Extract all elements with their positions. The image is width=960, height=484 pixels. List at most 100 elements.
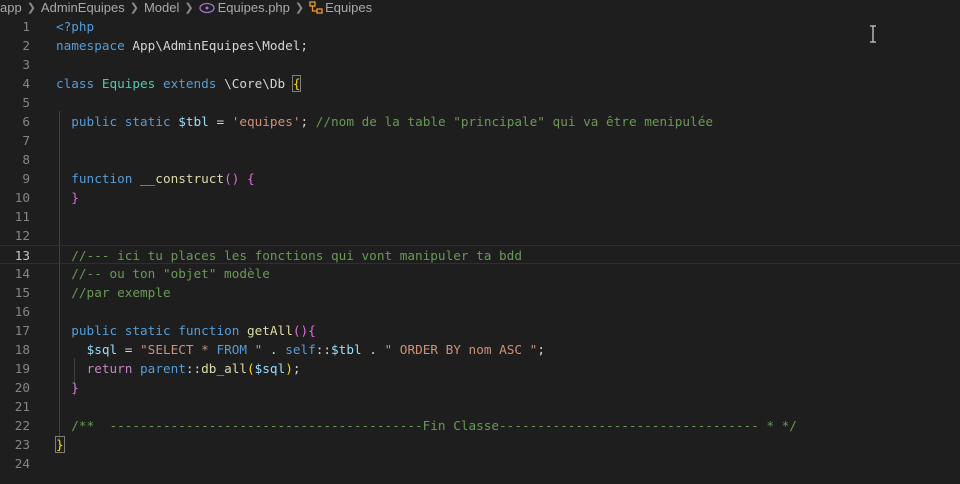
line-number: 16 bbox=[14, 304, 30, 319]
breadcrumb-item-app[interactable]: app bbox=[0, 1, 22, 15]
breadcrumb-item-class[interactable]: Equipes bbox=[325, 1, 372, 15]
code-token: __construct bbox=[140, 171, 225, 186]
code-editor[interactable]: 1 <?php 2 namespace App\AdminEquipes\Model;… bbox=[0, 16, 960, 484]
code-line[interactable]: 21 bbox=[0, 397, 960, 416]
code-token: <?php bbox=[56, 19, 95, 34]
breadcrumb: app ❯ AdminEquipes ❯ Model ❯ Equipes.php… bbox=[0, 0, 960, 16]
code-text: //--- ici tu places les fonctions qui vo… bbox=[56, 246, 522, 265]
code-token: namespace bbox=[56, 38, 125, 53]
code-token: } bbox=[71, 190, 79, 205]
code-token: } bbox=[71, 380, 79, 395]
code-line[interactable]: 14 //-- ou ton "objet" modèle bbox=[0, 264, 960, 283]
code-token: . bbox=[262, 342, 286, 357]
line-number: 13 bbox=[14, 248, 30, 263]
line-number: 23 bbox=[14, 437, 30, 452]
code-token: $sql bbox=[86, 342, 118, 357]
code-token: App\AdminEquipes\Model; bbox=[124, 38, 309, 53]
code-text: function __construct() { bbox=[56, 169, 255, 188]
code-token: "SELECT * bbox=[140, 342, 217, 357]
code-line[interactable]: 6 public static $tbl = 'equipes'; //nom … bbox=[0, 112, 960, 131]
line-number: 2 bbox=[22, 38, 30, 53]
breadcrumb-item-adminequipes[interactable]: AdminEquipes bbox=[41, 1, 125, 15]
line-number: 18 bbox=[14, 342, 30, 357]
code-token: extends bbox=[162, 76, 217, 91]
code-token: = bbox=[117, 342, 141, 357]
code-text: <?php bbox=[56, 17, 94, 36]
code-line[interactable]: 22 /** ---------------------------------… bbox=[0, 416, 960, 435]
code-line[interactable]: 17 public static function getAll(){ bbox=[0, 321, 960, 340]
line-number: 15 bbox=[14, 285, 30, 300]
code-line[interactable]: 19 return parent::db_all($sql); bbox=[0, 359, 960, 378]
code-line[interactable]: 15 //par exemple bbox=[0, 283, 960, 302]
line-number: 12 bbox=[14, 228, 30, 243]
code-token: //-- ou ton "objet" modèle bbox=[71, 266, 270, 281]
line-number: 3 bbox=[22, 57, 30, 72]
line-number: 11 bbox=[14, 209, 30, 224]
code-line[interactable]: 4 class Equipes extends \Core\Db { bbox=[0, 74, 960, 93]
code-line[interactable]: 7 bbox=[0, 131, 960, 150]
line-number: 4 bbox=[22, 76, 30, 91]
code-token: //--- ici tu places les fonctions qui vo… bbox=[71, 248, 522, 263]
code-line[interactable]: 23} bbox=[0, 435, 960, 454]
line-number: 5 bbox=[22, 95, 30, 110]
code-line[interactable]: 9 function __construct() { bbox=[0, 169, 960, 188]
code-text: $sql = "SELECT * FROM " . self::$tbl . "… bbox=[56, 340, 545, 359]
code-text: } bbox=[55, 435, 65, 454]
code-line[interactable]: 10 } bbox=[0, 188, 960, 207]
breadcrumb-item-model[interactable]: Model bbox=[144, 1, 179, 15]
class-symbol-icon bbox=[309, 1, 323, 15]
code-token: :: bbox=[185, 361, 202, 376]
line-number: 8 bbox=[22, 152, 30, 167]
code-text: class Equipes extends \Core\Db { bbox=[56, 74, 302, 93]
chevron-right-icon: ❯ bbox=[129, 2, 139, 14]
code-token: public bbox=[71, 323, 118, 338]
line-number: 9 bbox=[22, 171, 30, 186]
line-number: 6 bbox=[22, 114, 30, 129]
code-token: public bbox=[71, 114, 118, 129]
line-number: 19 bbox=[14, 361, 30, 376]
code-line[interactable]: 20 } bbox=[0, 378, 960, 397]
code-line[interactable]: 3 bbox=[0, 55, 960, 74]
code-token: parent bbox=[140, 361, 186, 376]
code-token: db_all bbox=[201, 361, 248, 376]
code-line[interactable]: 1 <?php bbox=[0, 17, 960, 36]
code-line[interactable]: 5 bbox=[0, 93, 960, 112]
code-line[interactable]: 18 $sql = "SELECT * FROM " . self::$tbl … bbox=[0, 340, 960, 359]
code-line[interactable]: 16 bbox=[0, 302, 960, 321]
code-token: $tbl bbox=[178, 114, 209, 129]
code-line[interactable]: 24 bbox=[0, 454, 960, 473]
code-token: self bbox=[285, 342, 316, 357]
code-token: class bbox=[56, 76, 95, 91]
code-token: ( bbox=[247, 361, 255, 376]
code-token: //par exemple bbox=[71, 285, 171, 300]
code-line[interactable]: 2 namespace App\AdminEquipes\Model; bbox=[0, 36, 960, 55]
chevron-right-icon: ❯ bbox=[184, 2, 194, 14]
code-line[interactable]: 11 bbox=[0, 207, 960, 226]
code-line[interactable]: 13 //--- ici tu places les fonctions qui… bbox=[0, 245, 960, 264]
code-text: } bbox=[56, 188, 79, 207]
code-token: Equipes bbox=[101, 76, 156, 91]
line-number: 24 bbox=[14, 456, 30, 471]
code-line[interactable]: 12 bbox=[0, 226, 960, 245]
breadcrumb-item-file[interactable]: Equipes.php bbox=[218, 1, 290, 15]
code-line[interactable]: 8 bbox=[0, 150, 960, 169]
code-text: namespace App\AdminEquipes\Model; bbox=[56, 36, 308, 55]
code-text: } bbox=[56, 378, 79, 397]
code-token: ; bbox=[537, 342, 545, 357]
code-token: getAll bbox=[247, 323, 293, 338]
code-token: return bbox=[86, 361, 133, 376]
code-token: { bbox=[246, 171, 255, 186]
code-text: /** ------------------------------------… bbox=[56, 416, 797, 435]
code-token: function bbox=[178, 323, 240, 338]
